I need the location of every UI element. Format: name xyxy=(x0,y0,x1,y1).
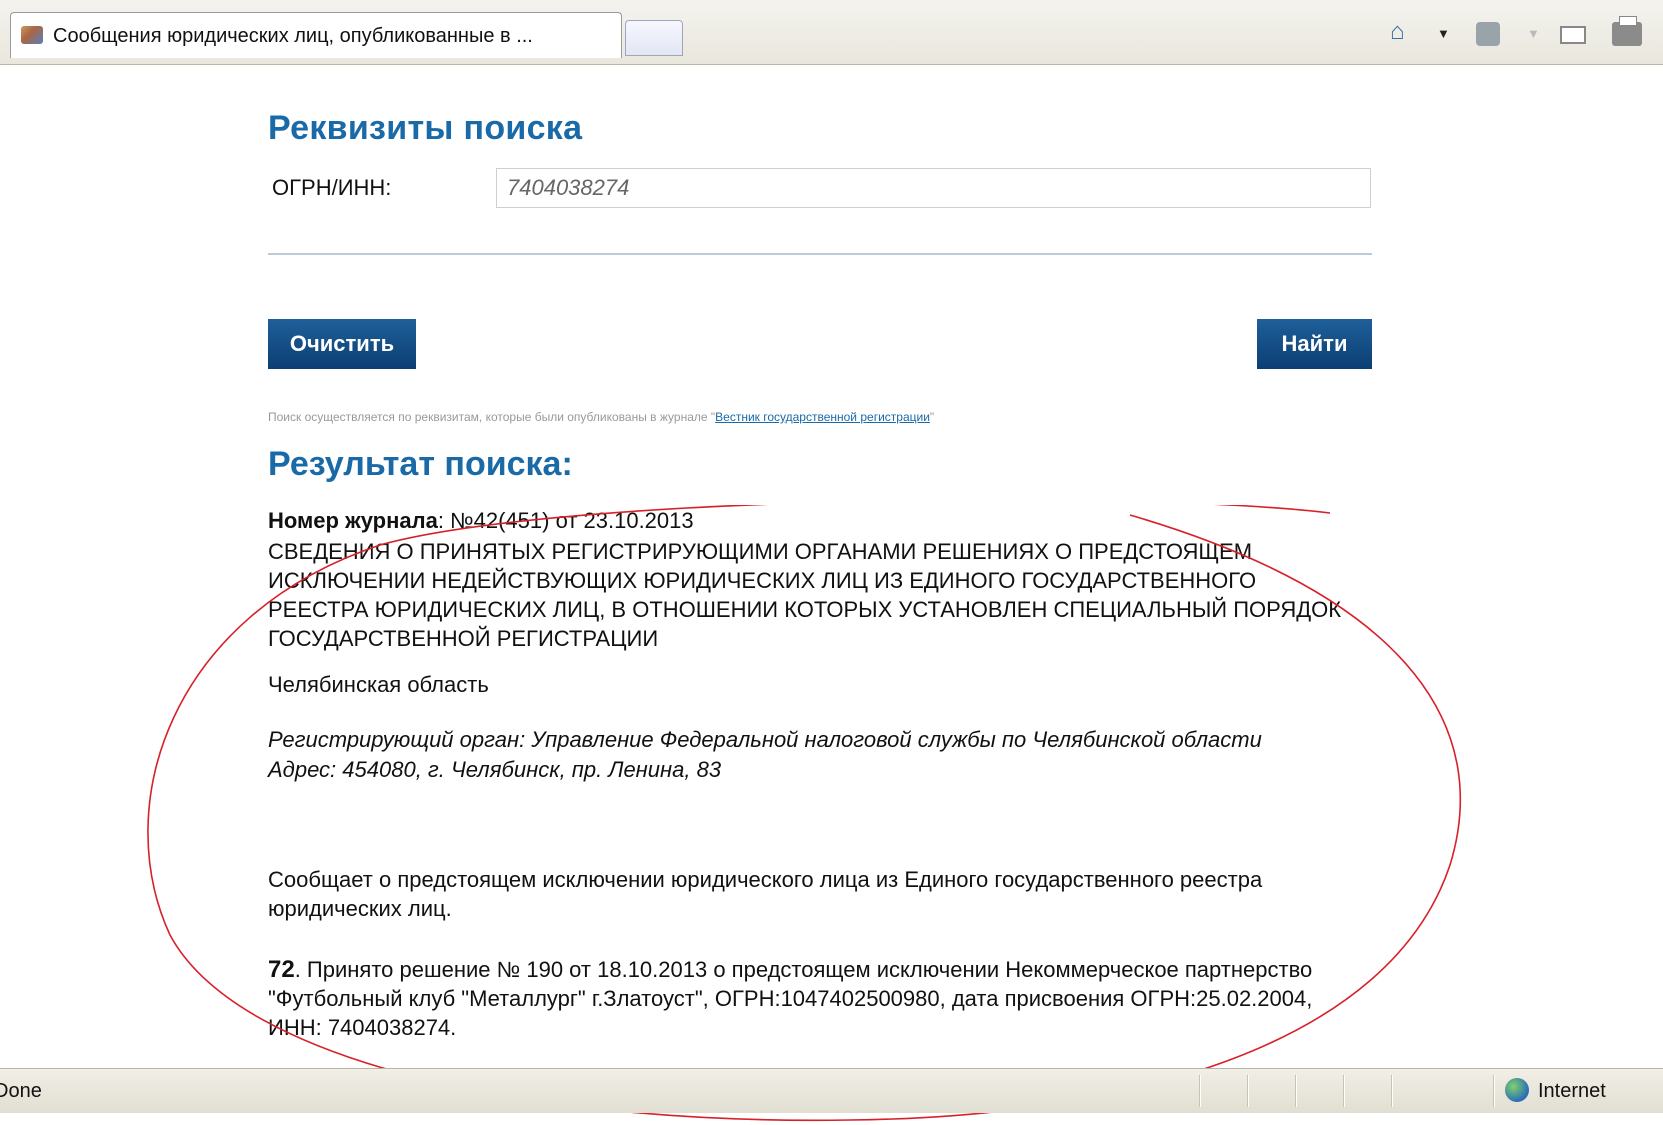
ogrn-inn-input[interactable] xyxy=(496,168,1371,208)
registering-authority: Регистрирующий орган: Управление Федерал… xyxy=(268,725,1262,785)
search-note-tail: " xyxy=(929,410,935,424)
page-content: Реквизиты поиска ОГРН/ИНН: Очистить Найт… xyxy=(0,65,1663,1122)
section-title: СВЕДЕНИЯ О ПРИНЯТЫХ РЕГИСТРИРУЮЩИМИ ОРГА… xyxy=(268,539,1342,651)
divider xyxy=(268,253,1372,255)
entry-number: 72 xyxy=(268,956,295,983)
globe-icon xyxy=(1505,1078,1529,1102)
feeds-icon[interactable] xyxy=(1476,22,1500,46)
journal-link[interactable]: Вестник государственной регистрации xyxy=(715,410,930,424)
status-separator xyxy=(1295,1075,1296,1107)
search-note: Поиск осуществляется по реквизитам, кото… xyxy=(268,410,934,424)
region: Челябинская область xyxy=(268,672,489,697)
find-button[interactable]: Найти xyxy=(1257,319,1372,369)
home-icon[interactable]: ⌂ xyxy=(1390,18,1405,46)
tab-title: Сообщения юридических лиц, опубликованны… xyxy=(53,25,533,47)
authority-name: Регистрирующий орган: Управление Федерал… xyxy=(268,727,1262,752)
ogrn-inn-label: ОГРН/ИНН: xyxy=(272,175,392,200)
status-separator xyxy=(1199,1075,1200,1107)
search-note-text: Поиск осуществляется по реквизитам, кото… xyxy=(268,410,716,424)
status-separator xyxy=(1493,1075,1494,1107)
status-separator xyxy=(1391,1075,1392,1107)
exclusion-message: Сообщает о предстоящем исключении юридич… xyxy=(268,867,1263,921)
browser-tab-active[interactable]: Сообщения юридических лиц, опубликованны… xyxy=(10,12,622,58)
browser-tab-bar: Сообщения юридических лиц, опубликованны… xyxy=(0,0,1663,65)
result-heading: Результат поиска: xyxy=(268,445,573,483)
home-dropdown-icon[interactable]: ▼ xyxy=(1437,26,1450,41)
journal-value: : №42(451) от 23.10.2013 xyxy=(437,508,694,533)
journal-label: Номер журнала xyxy=(268,508,438,533)
new-tab-button[interactable] xyxy=(625,20,683,56)
authority-address: Адрес: 454080, г. Челябинск, пр. Ленина,… xyxy=(268,757,722,782)
status-separator xyxy=(1247,1075,1248,1107)
decision-entry: 72. Принято решение № 190 от 18.10.2013 … xyxy=(268,955,1368,1042)
feeds-dropdown-icon[interactable]: ▼ xyxy=(1527,26,1540,41)
search-heading: Реквизиты поиска xyxy=(268,109,583,147)
zone-label[interactable]: Internet xyxy=(1538,1080,1606,1103)
mail-icon[interactable] xyxy=(1560,26,1586,44)
browser-status-bar: Done Internet xyxy=(0,1068,1663,1113)
print-icon[interactable] xyxy=(1612,16,1642,46)
site-favicon-icon xyxy=(21,26,43,44)
entry-text: . Принято решение № 190 от 18.10.2013 о … xyxy=(268,957,1313,1040)
journal-number: Номер журнала: №42(451) от 23.10.2013 xyxy=(268,508,694,534)
status-text: Done xyxy=(0,1080,42,1102)
clear-button[interactable]: Очистить xyxy=(268,319,416,369)
status-separator xyxy=(1343,1075,1344,1107)
